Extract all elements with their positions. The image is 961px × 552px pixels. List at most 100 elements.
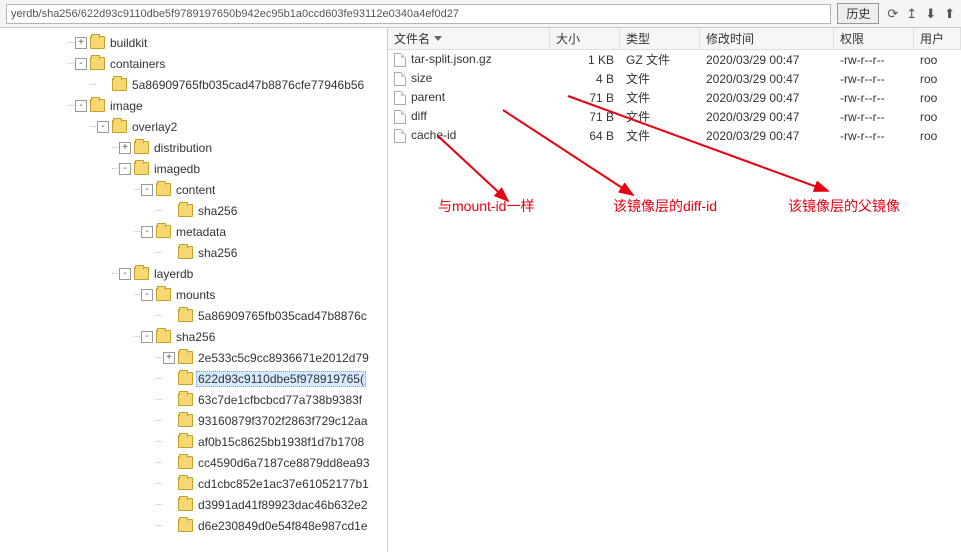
collapse-icon[interactable]: - xyxy=(141,226,153,238)
tree-item[interactable]: ···-sha256 xyxy=(6,326,387,347)
file-size: 1 KB xyxy=(550,53,620,67)
file-perm: -rw-r--r-- xyxy=(834,72,914,86)
collapse-icon[interactable]: - xyxy=(119,268,131,280)
collapse-icon[interactable]: - xyxy=(75,100,87,112)
tree-leaf-icon xyxy=(163,394,175,406)
tree-item[interactable]: ···622d93c9110dbe5f978919765( xyxy=(6,368,387,389)
tree-item-label: containers xyxy=(110,57,165,71)
file-date: 2020/03/29 00:47 xyxy=(700,72,834,86)
tree-item-label: mounts xyxy=(176,288,215,302)
file-row[interactable]: parent71 B文件2020/03/29 00:47-rw-r--r--ro… xyxy=(388,88,961,107)
tree-item[interactable]: ···-imagedb xyxy=(6,158,387,179)
file-row[interactable]: size4 B文件2020/03/29 00:47-rw-r--r--roo xyxy=(388,69,961,88)
file-icon xyxy=(394,110,406,124)
tree-item[interactable]: ···d3991ad41f89923dac46b632e2 xyxy=(6,494,387,515)
tree-item-label: image xyxy=(110,99,143,113)
tree-item[interactable]: ···63c7de1cfbcbcd77a738b9383f xyxy=(6,389,387,410)
file-row[interactable]: tar-split.json.gz1 KBGZ 文件2020/03/29 00:… xyxy=(388,50,961,69)
collapse-icon[interactable]: - xyxy=(119,163,131,175)
tree-item-label: overlay2 xyxy=(132,120,177,134)
tree-item[interactable]: ···+buildkit xyxy=(6,32,387,53)
file-row[interactable]: cache-id64 B文件2020/03/29 00:47-rw-r--r--… xyxy=(388,126,961,145)
top-toolbar: yerdb/sha256/622d93c9110dbe5f9789197650b… xyxy=(0,0,961,28)
file-perm: -rw-r--r-- xyxy=(834,129,914,143)
tree-item[interactable]: ···cc4590d6a7187ce8879dd8ea93 xyxy=(6,452,387,473)
tree-item[interactable]: ···-metadata xyxy=(6,221,387,242)
history-button[interactable]: 历史 xyxy=(837,3,879,24)
file-user: roo xyxy=(914,110,961,124)
tree-item[interactable]: ···-containers xyxy=(6,53,387,74)
tree-item[interactable]: ···5a86909765fb035cad47b8876c xyxy=(6,305,387,326)
folder-icon xyxy=(134,267,149,280)
file-type: 文件 xyxy=(620,70,700,87)
header-size[interactable]: 大小 xyxy=(550,28,620,49)
folder-icon xyxy=(178,456,193,469)
tree-item[interactable]: ···-overlay2 xyxy=(6,116,387,137)
tree-item-label: buildkit xyxy=(110,36,147,50)
tree-item[interactable]: ···93160879f3702f2863f729c12aa xyxy=(6,410,387,431)
tree-item-label: metadata xyxy=(176,225,226,239)
collapse-icon[interactable]: - xyxy=(141,331,153,343)
tree-item-label: distribution xyxy=(154,141,212,155)
upload-icon[interactable]: ⬆ xyxy=(944,6,955,22)
folder-icon xyxy=(90,36,105,49)
tree-item[interactable]: ···cd1cbc852e1ac37e61052177b1 xyxy=(6,473,387,494)
collapse-icon[interactable]: - xyxy=(75,58,87,70)
file-date: 2020/03/29 00:47 xyxy=(700,110,834,124)
folder-icon xyxy=(156,225,171,238)
file-date: 2020/03/29 00:47 xyxy=(700,129,834,143)
file-name: tar-split.json.gz xyxy=(411,52,492,66)
header-modified[interactable]: 修改时间 xyxy=(700,28,834,49)
tree-item[interactable]: ···5a86909765fb035cad47b8876cfe77946b56 xyxy=(6,74,387,95)
tree-leaf-icon xyxy=(163,247,175,259)
expand-icon[interactable]: + xyxy=(75,37,87,49)
tree-item[interactable]: ···af0b15c8625bb1938f1d7b1708 xyxy=(6,431,387,452)
file-date: 2020/03/29 00:47 xyxy=(700,53,834,67)
folder-icon xyxy=(178,246,193,259)
file-type: 文件 xyxy=(620,127,700,144)
header-perm[interactable]: 权限 xyxy=(834,28,914,49)
tree-item[interactable]: ···-mounts xyxy=(6,284,387,305)
folder-icon xyxy=(178,414,193,427)
folder-icon xyxy=(156,288,171,301)
expand-icon[interactable]: + xyxy=(119,142,131,154)
download-icon[interactable]: ⬇ xyxy=(925,6,936,22)
tree-item[interactable]: ···d6e230849d0e54f848e987cd1e xyxy=(6,515,387,536)
tree-item-label: cc4590d6a7187ce8879dd8ea93 xyxy=(198,456,370,470)
collapse-icon[interactable]: - xyxy=(141,289,153,301)
tree-item-label: imagedb xyxy=(154,162,200,176)
expand-icon[interactable]: + xyxy=(163,352,175,364)
tree-leaf-icon xyxy=(163,520,175,532)
header-type[interactable]: 类型 xyxy=(620,28,700,49)
tree-item[interactable]: ···+distribution xyxy=(6,137,387,158)
folder-icon xyxy=(112,78,127,91)
collapse-icon[interactable]: - xyxy=(141,184,153,196)
tree-item[interactable]: ···-layerdb xyxy=(6,263,387,284)
tree-item[interactable]: ···+2e533c5c9cc8936671e2012d79 xyxy=(6,347,387,368)
header-user[interactable]: 用户 xyxy=(914,28,961,49)
refresh-icon[interactable]: ⟳ xyxy=(887,6,898,22)
file-user: roo xyxy=(914,72,961,86)
tree-item[interactable]: ···-image xyxy=(6,95,387,116)
file-user: roo xyxy=(914,129,961,143)
up-icon[interactable]: ↥ xyxy=(906,6,917,22)
folder-icon xyxy=(90,99,105,112)
tree-leaf-icon xyxy=(97,79,109,91)
tree-leaf-icon xyxy=(163,457,175,469)
folder-icon xyxy=(90,57,105,70)
tree-item[interactable]: ···-content xyxy=(6,179,387,200)
collapse-icon[interactable]: - xyxy=(97,121,109,133)
folder-icon xyxy=(178,372,193,385)
file-row[interactable]: diff71 B文件2020/03/29 00:47-rw-r--r--roo xyxy=(388,107,961,126)
path-input[interactable]: yerdb/sha256/622d93c9110dbe5f9789197650b… xyxy=(6,4,831,24)
tree-item[interactable]: ···sha256 xyxy=(6,242,387,263)
folder-icon xyxy=(178,393,193,406)
tree-pane: ···+buildkit···-containers···5a86909765f… xyxy=(0,28,388,552)
tree-item-label: af0b15c8625bb1938f1d7b1708 xyxy=(198,435,364,449)
tree-item[interactable]: ···sha256 xyxy=(6,200,387,221)
file-perm: -rw-r--r-- xyxy=(834,53,914,67)
file-date: 2020/03/29 00:47 xyxy=(700,91,834,105)
header-name[interactable]: 文件名 xyxy=(388,28,550,49)
tree-leaf-icon xyxy=(163,499,175,511)
file-name: size xyxy=(411,71,432,85)
